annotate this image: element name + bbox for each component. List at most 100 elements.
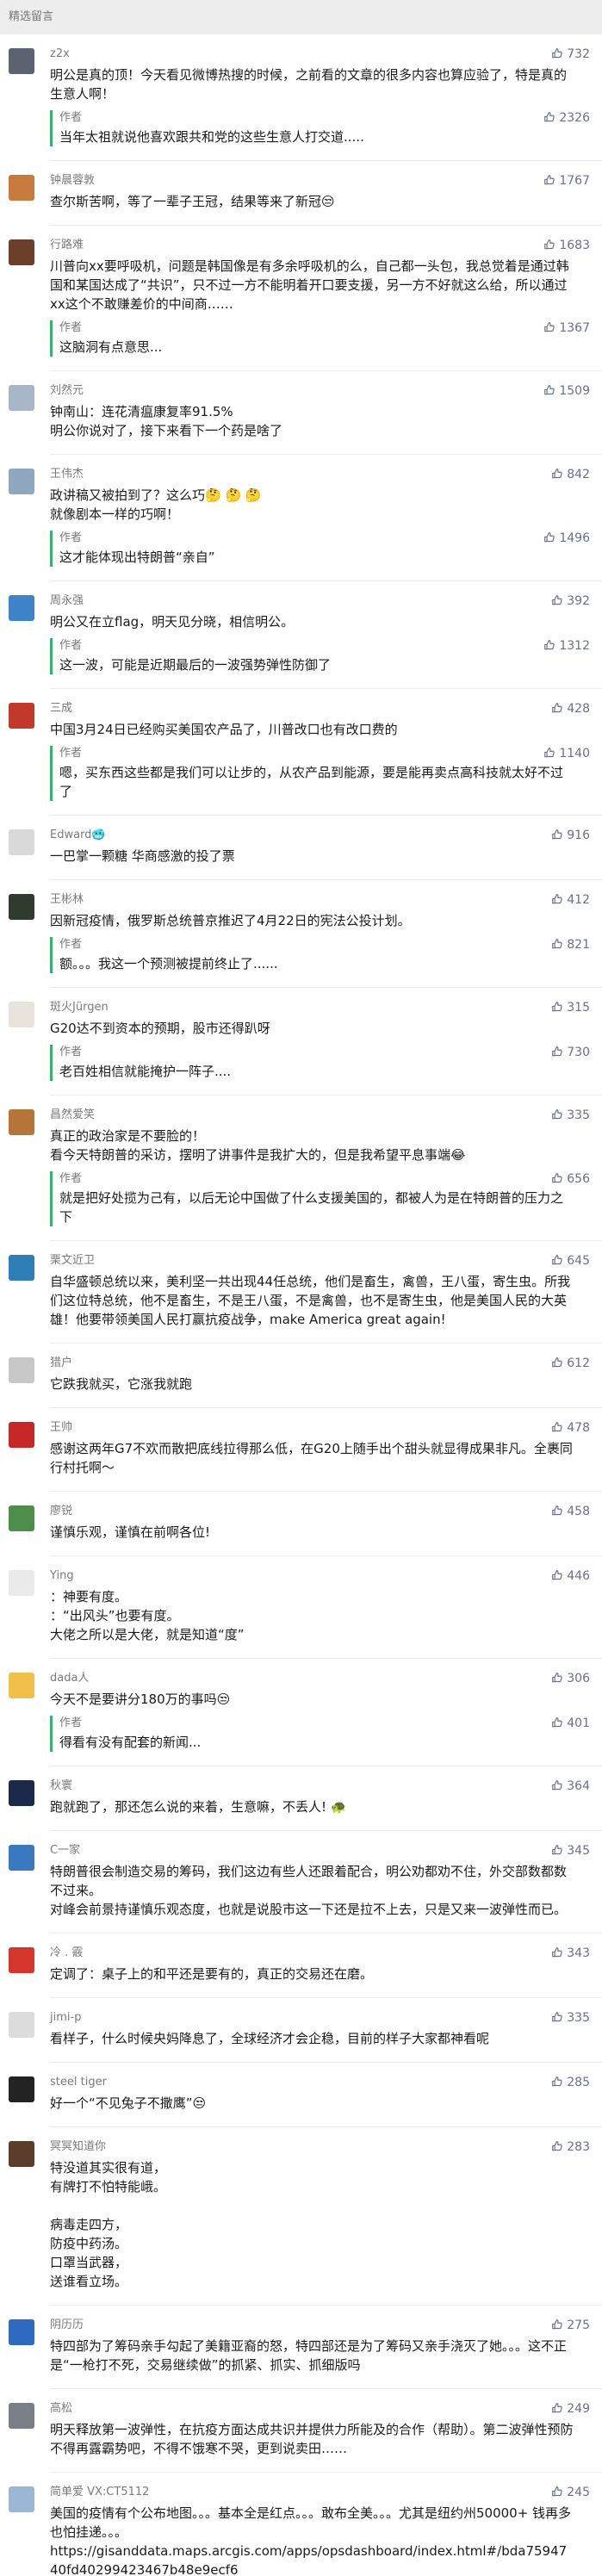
comment-item: 阴历历 275 特四部为了筹码亲手勾起了美籍亚裔的怒，特四部还是为了筹码又亲手浇灭了… [0,2306,602,2381]
comment-text: 中国3月24日已经购买美国农产品了，川普改口也有改口费的 [50,722,398,737]
like-button[interactable]: 285 [551,2075,590,2090]
avatar-image [9,1505,34,1531]
thumbs-up-icon [551,2076,567,2089]
reply-like-button[interactable]: 1367 [543,320,590,336]
comment-item: 刘然元 1509 钟南山：连花清瘟康复率91.5% 明公你说对了，接下来看下一个药是… [0,371,602,447]
like-button[interactable]: 245 [551,2485,590,2500]
comment-nickname: 王伟杰 [50,468,84,481]
like-button[interactable]: 335 [551,1108,590,1123]
avatar[interactable] [9,1673,34,1698]
avatar[interactable] [9,829,34,855]
like-button[interactable]: 428 [551,701,590,717]
like-button[interactable]: 458 [551,1504,590,1519]
avatar[interactable] [9,175,34,201]
avatar[interactable] [9,1357,34,1383]
avatar-image [9,2486,34,2512]
avatar[interactable] [9,2486,34,2512]
reply-like-button[interactable]: 1496 [543,531,590,546]
avatar[interactable] [9,1570,34,1596]
like-button[interactable]: 364 [551,1778,590,1794]
avatar-image [9,1109,34,1135]
thumbs-up-icon [551,47,567,61]
like-count: 364 [567,1779,590,1793]
avatar[interactable] [9,469,34,494]
avatar[interactable] [9,1947,34,1973]
like-count: 612 [567,1356,590,1370]
comment-nickname: 高松 [50,2402,73,2415]
like-button[interactable]: 446 [551,1568,590,1584]
like-button[interactable]: 732 [551,47,590,62]
thumbs-up-icon [551,1046,567,1059]
like-button[interactable]: 392 [551,593,590,609]
comment-text: 查尔斯苦啊，等了一辈子王冠，结果等来了新冠😒 [50,194,335,209]
avatar[interactable] [9,1422,34,1448]
avatar[interactable] [9,2403,34,2429]
thumbs-up-icon [551,2011,567,2025]
avatar[interactable] [9,1845,34,1871]
comment-nickname: 行路难 [50,239,84,251]
like-button[interactable]: 345 [551,1843,590,1859]
like-button[interactable]: 842 [551,467,590,482]
avatar[interactable] [9,2319,34,2345]
comment-item: 猎户 612 它跌我就买，它涨我就跑 [0,1344,602,1400]
comment-text: ：神要有度。 ：“出风头”也要有度。 大佬之所以是大佬，就是知道“度” [50,1589,245,1642]
like-button[interactable]: 283 [551,2139,590,2155]
avatar[interactable] [9,2141,34,2167]
avatar[interactable] [9,1255,34,1281]
like-button[interactable]: 306 [551,1671,590,1686]
like-button[interactable]: 916 [551,828,590,843]
comment-text: 美国的疫情有个公布地图。。。基本全是红点。。。敢布全美。。。尤其是纽约州5000… [50,2505,572,2576]
reply-like-button[interactable]: 2326 [543,110,590,126]
thumbs-up-icon [543,111,559,125]
author-reply-label: 作者 [59,639,83,652]
like-button[interactable]: 249 [551,2401,590,2417]
comment-nickname: 简单爱 VX:CT5112 [50,2486,150,2498]
avatar[interactable] [9,703,34,729]
reply-like-button[interactable]: 401 [551,1716,590,1731]
like-button[interactable]: 335 [551,2010,590,2026]
reply-like-button[interactable]: 1140 [543,746,590,761]
like-button[interactable]: 1767 [543,173,590,189]
avatar[interactable] [9,595,34,621]
avatar[interactable] [9,2012,34,2038]
like-button[interactable]: 275 [551,2318,590,2333]
avatar[interactable] [9,1109,34,1135]
like-button[interactable]: 645 [551,1253,590,1269]
avatar[interactable] [9,385,34,411]
author-reply-text: 嗯，买东西这些都是我们可以让步的，从农产品到能源，要是能再卖点高科技就太好不过了 [59,765,564,799]
comment-nickname: dada人 [50,1672,90,1685]
reply-like-button[interactable]: 821 [551,937,590,953]
like-count: 916 [567,829,590,842]
comment-item: 冷 . 霰 343 定调了：桌子上的和平还是要有的，真正的交易还在磨。 [0,1934,602,1990]
like-button[interactable]: 343 [551,1946,590,1961]
avatar[interactable] [9,48,34,74]
like-count: 306 [567,1672,590,1685]
like-button[interactable]: 412 [551,892,590,908]
thumbs-up-icon [551,1172,567,1186]
avatar[interactable] [9,1780,34,1806]
comment-text: G20达不到资本的预期，股市还得趴呀 [50,1021,270,1036]
avatar[interactable] [9,1002,34,1027]
avatar-image [9,1570,34,1596]
reply-like-button[interactable]: 656 [551,1171,590,1187]
author-reply-text: 就是把好处揽为己有，以后无论中国做了什么支援美国的，都被人为是在特朗普的压力之下 [59,1190,564,1225]
reply-like-count: 1312 [559,639,590,653]
avatar[interactable] [9,1505,34,1531]
like-button[interactable]: 612 [551,1356,590,1371]
reply-like-button[interactable]: 730 [551,1045,590,1060]
like-count: 245 [567,2486,590,2499]
thumbs-up-icon [551,1421,567,1435]
avatar[interactable] [9,894,34,920]
like-button[interactable]: 478 [551,1420,590,1436]
like-button[interactable]: 1683 [543,238,590,253]
comment-text: 好一个“不见兔子不撒鹰”😒 [50,2095,207,2111]
thumbs-up-icon [551,1779,567,1793]
like-button[interactable]: 1509 [543,383,590,399]
author-reply: 作者 2326 当年太祖就说他喜欢跟共和党的这些生意人打交道..... [50,110,590,146]
avatar-image [9,385,34,411]
like-button[interactable]: 315 [551,1000,590,1015]
avatar[interactable] [9,239,34,265]
avatar[interactable] [9,2076,34,2102]
author-reply: 作者 1140 嗯，买东西这些都是我们可以让步的，从农产品到能源，要是能再卖点高科技… [50,746,590,801]
reply-like-button[interactable]: 1312 [543,638,590,654]
